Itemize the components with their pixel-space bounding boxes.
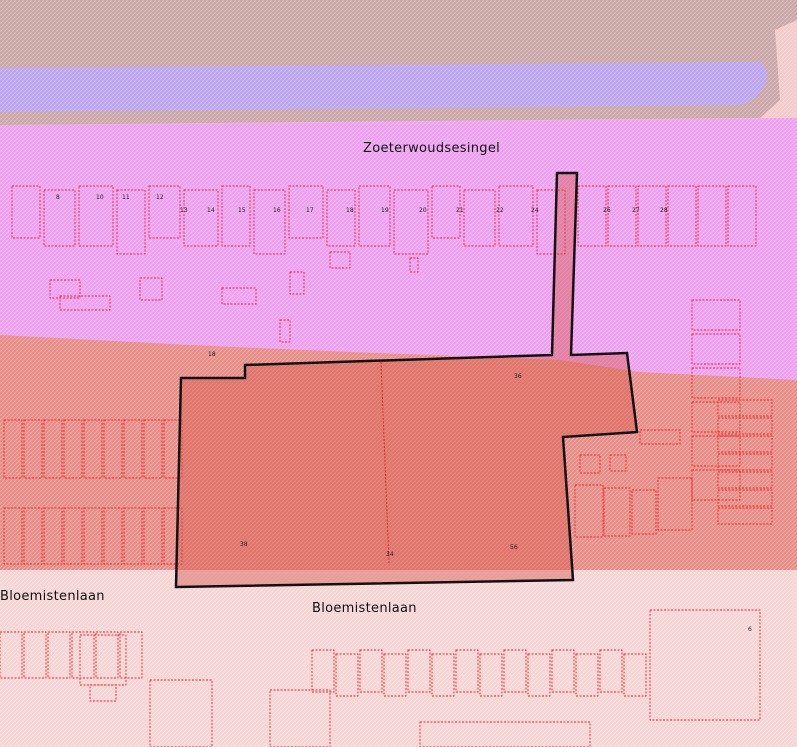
house-number: 15	[238, 207, 246, 214]
map-canvas[interactable]: Zoeterwoudsesingel Bloemistenlaan Bloemi…	[0, 0, 797, 747]
house-number: 18	[346, 207, 354, 214]
house-number: 18	[208, 351, 216, 358]
house-number: 13	[180, 207, 188, 214]
house-number: 27	[632, 207, 640, 214]
house-number: 16	[273, 207, 281, 214]
house-number: 14	[207, 207, 215, 214]
house-number: 34	[386, 551, 394, 558]
house-number: 21	[456, 207, 464, 214]
house-number: 56	[510, 544, 518, 551]
house-number: 22	[496, 207, 504, 214]
street-label-zoeterwoudsesingel: Zoeterwoudsesingel	[363, 141, 500, 156]
house-number: 24	[531, 207, 539, 214]
house-number: 36	[514, 373, 522, 380]
house-number: 26	[603, 207, 611, 214]
house-number: 6	[748, 626, 752, 633]
house-number: 10	[96, 194, 104, 201]
house-number: 19	[381, 207, 389, 214]
house-number: 8	[56, 194, 60, 201]
street-label-bloemistenlaan-center: Bloemistenlaan	[312, 601, 417, 616]
street-label-bloemistenlaan-left: Bloemistenlaan	[0, 589, 105, 604]
house-number: 20	[419, 207, 427, 214]
house-number: 12	[156, 194, 164, 201]
house-number: 38	[240, 541, 248, 548]
house-number: 11	[122, 194, 130, 201]
house-number: 17	[306, 207, 314, 214]
house-number: 28	[660, 207, 668, 214]
